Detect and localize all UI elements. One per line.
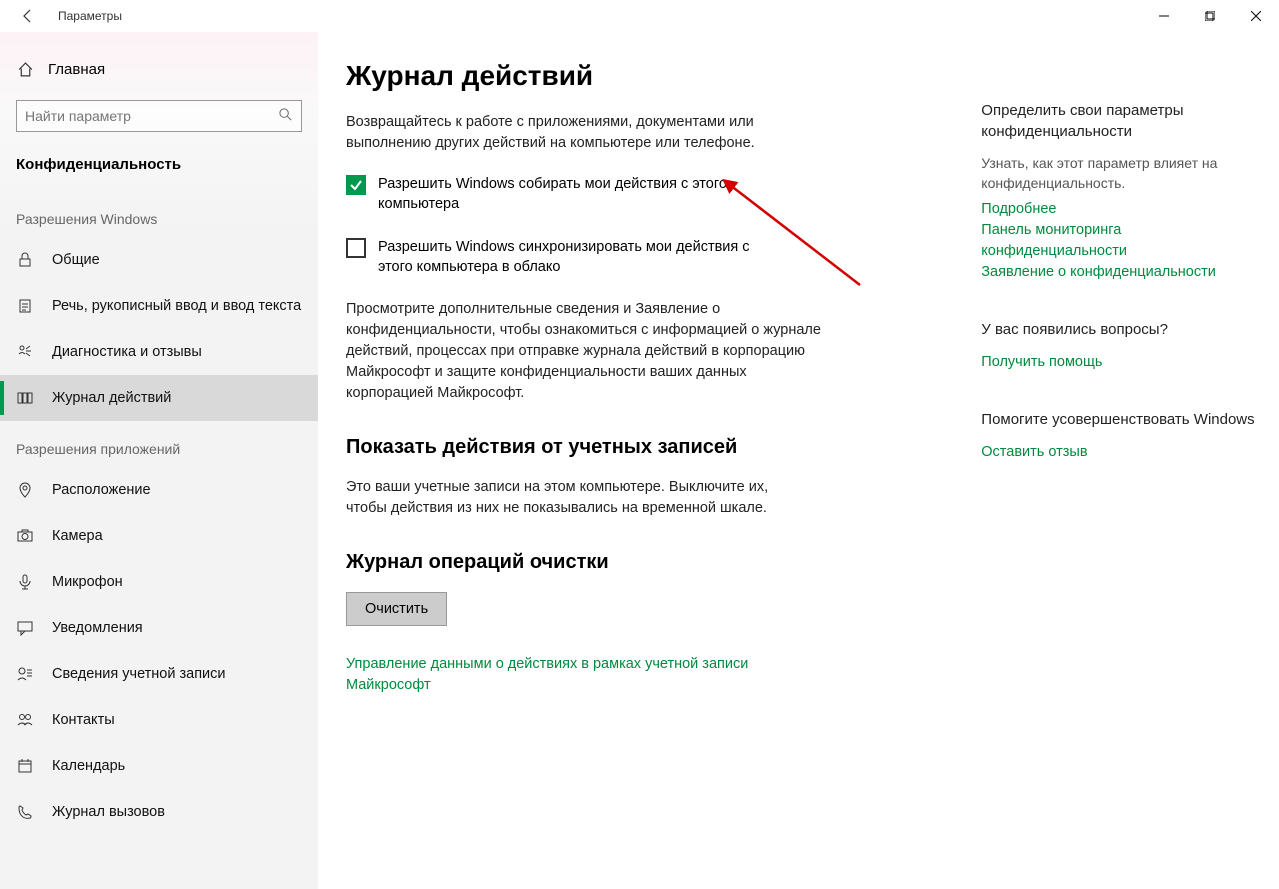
checkbox-collect[interactable]: Разрешить Windows собирать мои действия … (346, 174, 786, 215)
window-title: Параметры (58, 9, 122, 23)
sidebar-item-camera[interactable]: Камера (0, 513, 318, 559)
minimize-button[interactable] (1141, 0, 1187, 32)
sidebar-item-diagnostics[interactable]: Диагностика и отзывы (0, 329, 318, 375)
link-feedback[interactable]: Оставить отзыв (981, 442, 1259, 463)
maximize-button[interactable] (1187, 0, 1233, 32)
sidebar-item-calendar[interactable]: Календарь (0, 743, 318, 789)
close-button[interactable] (1233, 0, 1279, 32)
calendar-icon (16, 757, 34, 775)
right-heading: Определить свои параметры конфиденциальн… (981, 100, 1259, 142)
group-app-permissions: Разрешения приложений (0, 421, 318, 467)
manage-link[interactable]: Управление данными о действиях в рамках … (346, 654, 806, 696)
sidebar-item-notifications[interactable]: Уведомления (0, 605, 318, 651)
checkbox-icon[interactable] (346, 238, 366, 258)
sidebar-item-activity-history[interactable]: Журнал действий (0, 375, 318, 421)
home-nav[interactable]: Главная (0, 52, 318, 86)
sidebar-item-label: Журнал действий (52, 390, 171, 406)
contacts-icon (16, 711, 34, 729)
checkbox-label: Разрешить Windows синхронизировать мои д… (378, 237, 786, 278)
clear-heading: Журнал операций очистки (346, 551, 921, 574)
sidebar-item-label: Контакты (52, 712, 115, 728)
sidebar-item-label: Сведения учетной записи (52, 666, 226, 682)
back-button[interactable] (8, 0, 48, 32)
sidebar-item-microphone[interactable]: Микрофон (0, 559, 318, 605)
lock-icon (16, 251, 34, 269)
home-label: Главная (48, 61, 105, 78)
right-heading: У вас появились вопросы? (981, 319, 1259, 340)
sidebar-item-contacts[interactable]: Контакты (0, 697, 318, 743)
sidebar-item-general[interactable]: Общие (0, 237, 318, 283)
phone-icon (16, 803, 34, 821)
chat-icon (16, 619, 34, 637)
right-column: Определить свои параметры конфиденциальн… (981, 60, 1259, 889)
sidebar-item-speech[interactable]: Речь, рукописный ввод и ввод текста (0, 283, 318, 329)
checkbox-label: Разрешить Windows собирать мои действия … (378, 174, 786, 215)
account-icon (16, 665, 34, 683)
history-icon (16, 389, 34, 407)
link-dashboard[interactable]: Панель мониторинга конфиденциальности (981, 220, 1259, 262)
page-title: Журнал действий (346, 60, 921, 92)
checkbox-icon[interactable] (346, 175, 366, 195)
sidebar-item-label: Общие (52, 252, 100, 268)
microphone-icon (16, 573, 34, 591)
intro-text: Возвращайтесь к работе с приложениями, д… (346, 112, 806, 154)
sidebar-item-label: Уведомления (52, 620, 143, 636)
link-get-help[interactable]: Получить помощь (981, 352, 1259, 373)
search-input[interactable] (25, 108, 278, 124)
link-privacy-statement[interactable]: Заявление о конфиденциальности (981, 262, 1259, 283)
sidebar-item-label: Календарь (52, 758, 125, 774)
clear-button[interactable]: Очистить (346, 592, 447, 626)
sidebar-item-location[interactable]: Расположение (0, 467, 318, 513)
detail-text: Просмотрите дополнительные сведения и За… (346, 299, 836, 404)
sidebar: Главная Конфиденциальность Разрешения Wi… (0, 32, 318, 889)
sidebar-item-account-info[interactable]: Сведения учетной записи (0, 651, 318, 697)
home-icon (16, 60, 34, 78)
sidebar-item-label: Речь, рукописный ввод и ввод текста (52, 298, 301, 314)
search-box[interactable] (16, 100, 302, 132)
camera-icon (16, 527, 34, 545)
sidebar-item-label: Микрофон (52, 574, 123, 590)
accounts-heading: Показать действия от учетных записей (346, 436, 921, 459)
location-icon (16, 481, 34, 499)
group-windows-permissions: Разрешения Windows (0, 191, 318, 237)
sidebar-item-label: Камера (52, 528, 103, 544)
right-heading: Помогите усовершенствовать Windows (981, 409, 1259, 430)
titlebar: Параметры (0, 0, 1279, 32)
main-content: Журнал действий Возвращайтесь к работе с… (318, 32, 1279, 889)
section-title: Конфиденциальность (0, 142, 318, 191)
clipboard-icon (16, 297, 34, 315)
checkbox-sync[interactable]: Разрешить Windows синхронизировать мои д… (346, 237, 786, 278)
search-icon (278, 107, 293, 125)
sidebar-item-label: Диагностика и отзывы (52, 344, 202, 360)
sidebar-item-call-history[interactable]: Журнал вызовов (0, 789, 318, 835)
feedback-icon (16, 343, 34, 361)
right-sub: Узнать, как этот параметр влияет на конф… (981, 154, 1259, 193)
sidebar-item-label: Расположение (52, 482, 151, 498)
accounts-body: Это ваши учетные записи на этом компьюте… (346, 477, 806, 519)
link-more[interactable]: Подробнее (981, 199, 1259, 220)
sidebar-item-label: Журнал вызовов (52, 804, 165, 820)
window-controls (1141, 0, 1279, 32)
